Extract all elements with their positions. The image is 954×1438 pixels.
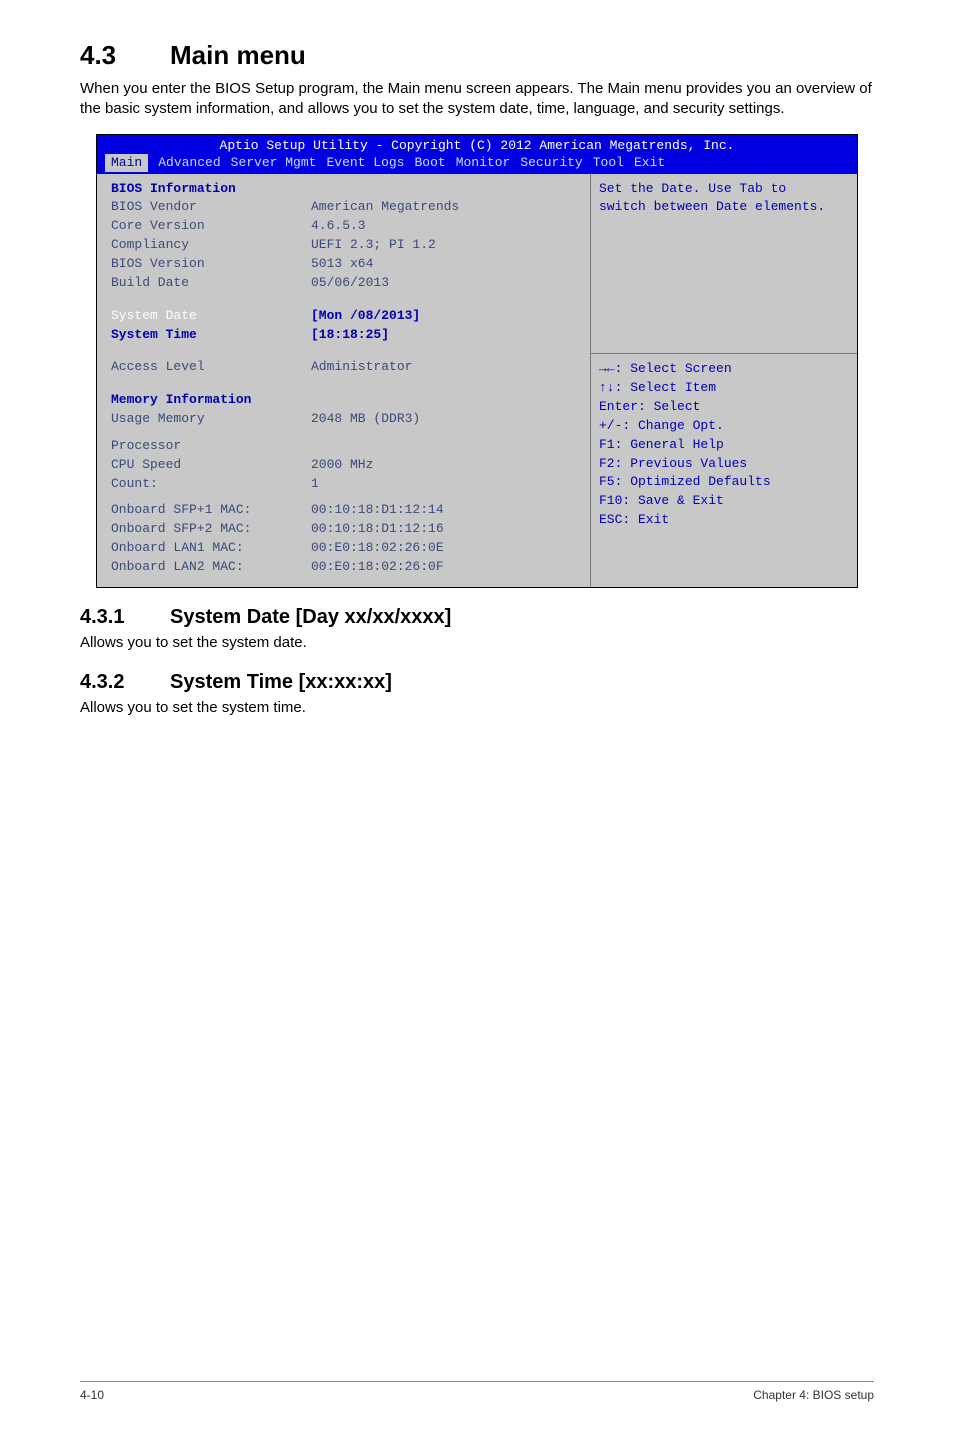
memory-info-header: Memory Information <box>111 391 311 410</box>
help-divider <box>591 353 857 354</box>
mac1-label: Onboard SFP+1 MAC: <box>111 501 311 520</box>
system-time-label[interactable]: System Time <box>111 326 311 345</box>
help-text-2: switch between Date elements. <box>599 198 847 217</box>
page-footer: 4-10 Chapter 4: BIOS setup <box>80 1381 874 1402</box>
bios-screenshot: Aptio Setup Utility - Copyright (C) 2012… <box>96 134 858 588</box>
usage-memory-value: 2048 MB (DDR3) <box>311 410 582 429</box>
bios-version-label: BIOS Version <box>111 255 311 274</box>
bios-info-header: BIOS Information <box>111 180 311 199</box>
key-esc: ESC: Exit <box>599 511 847 530</box>
access-level-label: Access Level <box>111 358 311 377</box>
section-intro: When you enter the BIOS Setup program, t… <box>80 79 874 120</box>
help-text-1: Set the Date. Use Tab to <box>599 180 847 199</box>
subsection-2-title: System Time [xx:xx:xx] <box>170 671 392 693</box>
section-heading: 4.3Main menu <box>80 40 874 71</box>
processor-header: Processor <box>111 437 311 456</box>
system-date-value[interactable]: [Mon /08/2013] <box>311 307 582 326</box>
menu-security[interactable]: Security <box>520 154 582 172</box>
menu-tool[interactable]: Tool <box>593 154 624 172</box>
compliancy-value: UEFI 2.3; PI 1.2 <box>311 236 582 255</box>
menu-boot[interactable]: Boot <box>414 154 445 172</box>
menu-advanced[interactable]: Advanced <box>158 154 220 172</box>
bios-right-pane: Set the Date. Use Tab to switch between … <box>590 174 857 587</box>
bios-vendor-label: BIOS Vendor <box>111 198 311 217</box>
mac2-label: Onboard SFP+2 MAC: <box>111 520 311 539</box>
access-level-value: Administrator <box>311 358 582 377</box>
build-date-label: Build Date <box>111 274 311 293</box>
subsection-1-heading: 4.3.1System Date [Day xx/xx/xxxx] <box>80 606 874 629</box>
key-enter: Enter: Select <box>599 398 847 417</box>
menu-main[interactable]: Main <box>105 154 148 172</box>
mac3-value: 00:E0:18:02:26:0E <box>311 539 582 558</box>
count-value: 1 <box>311 475 582 494</box>
bios-body: BIOS Information BIOS Vendor American Me… <box>97 174 857 587</box>
key-f1: F1: General Help <box>599 436 847 455</box>
bios-menu: Main Advanced Server Mgmt Event Logs Boo… <box>103 154 851 174</box>
subsection-2-heading: 4.3.2System Time [xx:xx:xx] <box>80 671 874 694</box>
mac2-value: 00:10:18:D1:12:16 <box>311 520 582 539</box>
key-f2: F2: Previous Values <box>599 455 847 474</box>
mac4-value: 00:E0:18:02:26:0F <box>311 558 582 577</box>
subsection-2-text: Allows you to set the system time. <box>80 698 874 718</box>
page-number: 4-10 <box>80 1388 104 1402</box>
menu-monitor[interactable]: Monitor <box>456 154 511 172</box>
subsection-1-text: Allows you to set the system date. <box>80 633 874 653</box>
mac1-value: 00:10:18:D1:12:14 <box>311 501 582 520</box>
menu-event-logs[interactable]: Event Logs <box>326 154 404 172</box>
bios-titlebar: Aptio Setup Utility - Copyright (C) 2012… <box>97 135 857 174</box>
key-select-item: ↑↓: Select Item <box>599 379 847 398</box>
menu-exit[interactable]: Exit <box>634 154 665 172</box>
key-change-opt: +/-: Change Opt. <box>599 417 847 436</box>
subsection-1-title: System Date [Day xx/xx/xxxx] <box>170 606 451 628</box>
section-number: 4.3 <box>80 40 170 71</box>
system-time-value[interactable]: [18:18:25] <box>311 326 582 345</box>
compliancy-label: Compliancy <box>111 236 311 255</box>
mac3-label: Onboard LAN1 MAC: <box>111 539 311 558</box>
usage-memory-label: Usage Memory <box>111 410 311 429</box>
key-f5: F5: Optimized Defaults <box>599 473 847 492</box>
count-label: Count: <box>111 475 311 494</box>
bios-left-pane: BIOS Information BIOS Vendor American Me… <box>97 174 590 587</box>
key-select-screen: →←: Select Screen <box>599 360 847 379</box>
system-date-label[interactable]: System Date <box>111 307 311 326</box>
cpu-speed-label: CPU Speed <box>111 456 311 475</box>
core-version-label: Core Version <box>111 217 311 236</box>
subsection-2-number: 4.3.2 <box>80 671 170 694</box>
subsection-1-number: 4.3.1 <box>80 606 170 629</box>
bios-title: Aptio Setup Utility - Copyright (C) 2012… <box>103 137 851 155</box>
chapter-label: Chapter 4: BIOS setup <box>753 1388 874 1402</box>
section-title: Main menu <box>170 40 306 70</box>
mac4-label: Onboard LAN2 MAC: <box>111 558 311 577</box>
bios-vendor-value: American Megatrends <box>311 198 582 217</box>
core-version-value: 4.6.5.3 <box>311 217 582 236</box>
page: 4.3Main menu When you enter the BIOS Set… <box>0 0 954 1438</box>
menu-server-mgmt[interactable]: Server Mgmt <box>231 154 317 172</box>
key-f10: F10: Save & Exit <box>599 492 847 511</box>
build-date-value: 05/06/2013 <box>311 274 582 293</box>
bios-version-value: 5013 x64 <box>311 255 582 274</box>
cpu-speed-value: 2000 MHz <box>311 456 582 475</box>
